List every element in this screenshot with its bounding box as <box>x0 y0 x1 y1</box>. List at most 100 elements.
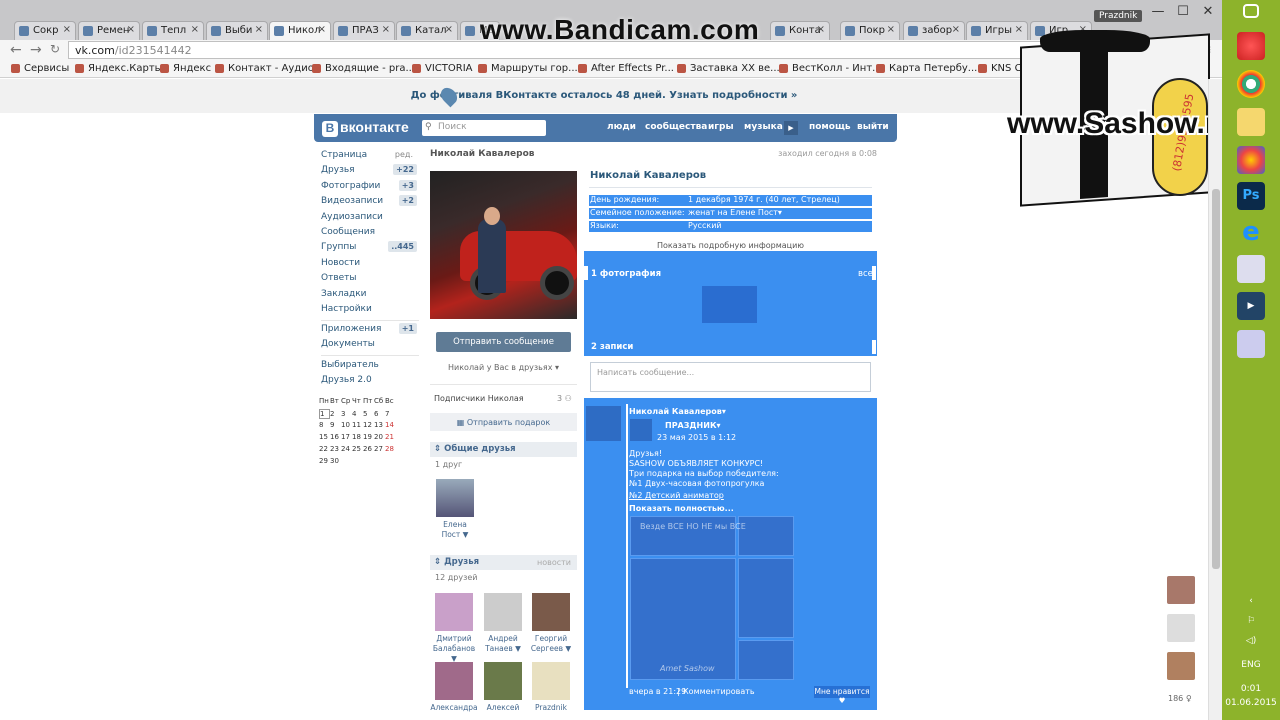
language-indicator[interactable]: ENG <box>1222 660 1280 670</box>
chrome-icon[interactable] <box>1237 70 1265 98</box>
calendar-day[interactable]: 1 <box>319 409 330 419</box>
browser-tab[interactable]: Катал × <box>396 21 458 40</box>
friends-header[interactable]: ⇕ Друзья новости <box>430 555 577 570</box>
browser-tab[interactable]: ПРАЗ × <box>333 21 395 40</box>
menu-item[interactable]: Документы <box>321 339 419 353</box>
bookmark-item[interactable]: ВестКолл - Инт... <box>779 63 882 74</box>
calendar-day[interactable]: 2 <box>330 410 341 418</box>
calendar-day[interactable]: 15 <box>319 433 330 441</box>
network-icon[interactable]: ⚐ <box>1222 616 1280 626</box>
paint-icon[interactable] <box>1237 32 1265 60</box>
close-tab-icon[interactable]: × <box>445 24 453 35</box>
author-avatar[interactable] <box>586 406 621 441</box>
calendar-day[interactable]: 28 <box>385 445 396 453</box>
page-scrollbar[interactable] <box>1208 79 1222 720</box>
browser-tab[interactable]: Сокр × <box>14 21 76 40</box>
friends-news-link[interactable]: новости <box>537 558 571 567</box>
browser-tab[interactable]: Конта × <box>770 21 830 40</box>
windows-start-icon[interactable] <box>1243 4 1259 18</box>
nav-communities[interactable]: сообщества <box>645 122 707 132</box>
send-gift-button[interactable]: ▦ Отправить подарок <box>430 413 577 431</box>
like-button[interactable]: Мне нравится ♥ <box>814 686 870 705</box>
calendar-day[interactable]: 13 <box>374 421 385 429</box>
forward-icon[interactable]: → <box>30 42 42 58</box>
calculator-icon[interactable] <box>1237 255 1265 283</box>
repost-source[interactable]: ПРАЗДНИК▾ <box>665 421 721 430</box>
calendar-day[interactable]: 16 <box>330 433 341 441</box>
calendar-day[interactable]: 22 <box>319 445 330 453</box>
calendar-day[interactable]: 5 <box>363 410 374 418</box>
reload-icon[interactable]: ↻ <box>50 42 60 56</box>
friend-card[interactable]: Александра <box>429 662 479 713</box>
profile-photo[interactable] <box>430 171 577 319</box>
post-author[interactable]: Николай Кавалеров▾ <box>629 407 726 416</box>
maximize-button[interactable]: ☐ <box>1171 4 1195 20</box>
friend-card[interactable]: Prazdnik <box>526 662 576 713</box>
menu-item[interactable]: Страница ред. <box>321 150 419 164</box>
calendar-day[interactable]: 6 <box>374 410 385 418</box>
friend-card[interactable]: Дмитрий Балабанов ▼ <box>429 593 479 664</box>
calendar-day[interactable]: 30 <box>330 457 341 465</box>
bookmark-item[interactable]: Маршруты гор... <box>478 63 578 74</box>
friend-card[interactable]: Георгий Сергеев ▼ <box>526 593 576 654</box>
friend-card[interactable]: Алексей <box>478 662 528 713</box>
clock-date[interactable]: 01.06.2015 <box>1222 698 1280 708</box>
in-friends-dropdown[interactable]: Николай у Вас в друзьях ▾ <box>430 363 577 372</box>
close-tab-icon[interactable]: × <box>318 24 326 35</box>
bookmark-item[interactable]: Входящие - pra... <box>312 63 415 74</box>
comment-link[interactable]: Комментировать <box>683 687 755 696</box>
bookmark-item[interactable]: VICTORIA <box>412 63 473 74</box>
vk-logo[interactable]: Ввконтакте <box>322 119 409 137</box>
show-full-link[interactable]: Показать полностью... <box>629 504 734 513</box>
menu-item[interactable]: Фотографии +3 <box>321 179 419 195</box>
subscribers-link[interactable]: Подписчики Николая <box>434 394 524 403</box>
nav-people[interactable]: люди <box>607 122 636 132</box>
wall-post-input[interactable]: Написать сообщение... <box>590 362 871 392</box>
calendar-day[interactable]: 7 <box>385 410 396 418</box>
close-tab-icon[interactable]: × <box>952 24 960 35</box>
back-icon[interactable]: ← <box>10 42 22 58</box>
calendar-day[interactable]: 11 <box>352 421 363 429</box>
photos-count-link[interactable]: 1 фотография <box>591 269 661 279</box>
info-value[interactable]: Русский <box>688 221 722 230</box>
chat-contact-avatar[interactable] <box>1167 614 1195 642</box>
close-window-button[interactable]: ✕ <box>1196 4 1220 20</box>
post-date[interactable]: 23 мая 2015 в 1:12 <box>657 433 736 442</box>
app-icon[interactable] <box>1237 330 1265 358</box>
menu-item[interactable]: Закладки <box>321 289 419 303</box>
calendar-day[interactable]: 20 <box>374 433 385 441</box>
edit-link[interactable]: ред. <box>395 150 413 159</box>
calendar-day[interactable]: 26 <box>363 445 374 453</box>
photoshop-icon[interactable]: Ps <box>1237 182 1265 210</box>
bookmark-item[interactable]: Контакт - Аудио <box>215 63 314 74</box>
calendar-day[interactable]: 4 <box>352 410 363 418</box>
search-input[interactable]: ⚲ Поиск <box>422 120 546 136</box>
photo-thumbnail[interactable] <box>702 286 757 323</box>
calendar-day[interactable]: 27 <box>374 445 385 453</box>
menu-item[interactable]: Новости <box>321 258 419 272</box>
browser-profile-badge[interactable]: Prazdnik <box>1094 10 1143 22</box>
calendar-day[interactable]: 24 <box>341 445 352 453</box>
folder-icon[interactable] <box>1237 108 1265 136</box>
menu-item[interactable]: Приложения +1 <box>321 323 419 338</box>
group-avatar[interactable] <box>630 419 652 441</box>
scrollbar-thumb[interactable] <box>1212 189 1220 569</box>
browser-tab[interactable]: Выби × <box>206 21 268 40</box>
volume-icon[interactable]: ◁) <box>1222 636 1280 646</box>
calendar-day[interactable]: 23 <box>330 445 341 453</box>
calendar-day[interactable]: 10 <box>341 421 352 429</box>
browser-tab[interactable]: Ремен × <box>78 21 140 40</box>
browser-tab[interactable]: Игры × <box>966 21 1028 40</box>
calendar-day[interactable]: 3 <box>341 410 352 418</box>
calendar-day[interactable]: 8 <box>319 421 330 429</box>
chat-contact-avatar[interactable] <box>1167 576 1195 604</box>
nav-help[interactable]: помощь <box>809 122 851 132</box>
close-tab-icon[interactable]: × <box>191 24 199 35</box>
menu-item[interactable]: Сообщения <box>321 227 419 241</box>
friend-card[interactable]: Андрей Танаев ▼ <box>478 593 528 654</box>
menu-item[interactable]: Друзья 2.0 <box>321 375 419 389</box>
show-more-info-link[interactable]: Показать подробную информацию <box>589 241 872 250</box>
menu-item[interactable]: Видеозаписи +2 <box>321 195 419 210</box>
close-tab-icon[interactable]: × <box>382 24 390 35</box>
menu-item[interactable]: Настройки <box>321 304 419 318</box>
